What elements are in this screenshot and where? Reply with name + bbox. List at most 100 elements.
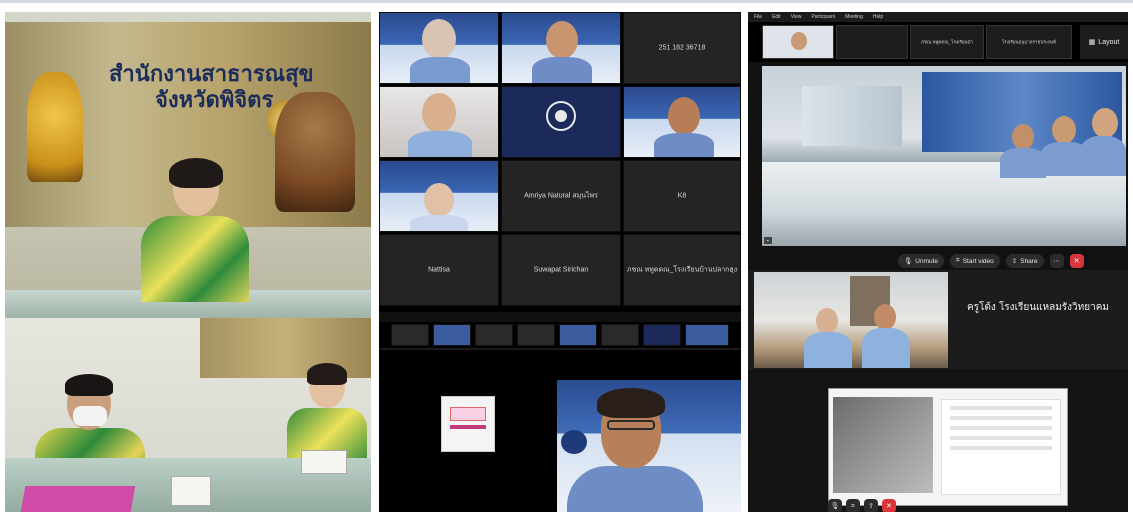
office-photo-top: สำนักงานสาธารณสุข จังหวัดพิจิตร [5,12,371,318]
leave-meeting-icon[interactable]: ✕ [1069,254,1084,268]
menu-file[interactable]: File [754,14,762,20]
thumbnail-label: ภชณ หทูดดณ_โรงเรียนบ้า [921,39,973,45]
grid-icon: ▦ [1088,39,1096,46]
participant-name: ภชณ หทูดดณ_โรงเรียนบ้านปลากฮุง [626,266,738,274]
thumbnail-video[interactable] [517,324,555,346]
form-line [950,406,1052,410]
name-plate [171,476,211,506]
participant-tile[interactable]: Suwapat Sirichan [501,234,621,306]
slide-header [450,407,486,421]
microphone-off-icon: 🎙 [904,258,913,265]
participant-name: Suwapat Sirichan [533,266,589,274]
form-line [950,436,1052,440]
participant-tile[interactable]: Amriya Natural สมุนไพร [501,160,621,232]
thumbnail-video[interactable] [475,324,513,346]
form-line [950,446,1052,450]
share-label: Share [1020,257,1038,265]
participant-name-tag: ▪ [764,237,772,244]
start-video-button[interactable]: ⌗ Start video [950,254,1000,268]
layout-label: Layout [1098,38,1120,46]
microphone-off-icon[interactable]: 🎙 [828,499,842,512]
share-screen-icon[interactable]: ⇪ [864,499,878,512]
menu-participant[interactable]: Participant [811,14,835,20]
pink-folder [20,486,136,512]
shirt [567,466,703,512]
face [1092,108,1118,138]
face-mask [73,406,107,426]
menu-view[interactable]: View [791,14,802,20]
leave-meeting-icon[interactable]: ✕ [882,499,896,512]
shirt [410,57,470,83]
name-plate [301,450,347,474]
share-controls: 🎙 ⌗ ⇪ ✕ [828,499,896,512]
buddha-statue-image [27,72,83,182]
hair [597,388,665,418]
thumbnail-strip [379,322,741,348]
unmute-button[interactable]: 🎙 Unmute [898,254,945,268]
camera-off-icon[interactable]: ⌗ [846,499,860,512]
thumbnail-video[interactable] [601,324,639,346]
hair [65,374,113,396]
zoom-menu-strip [379,312,741,322]
classroom-video [754,272,948,368]
main-meeting-video: ▪ [762,66,1126,246]
layout-button[interactable]: ▦ Layout [1080,25,1128,59]
banner-title-line2: จังหวัดพิจิตร [155,87,274,113]
participant-tile[interactable] [379,86,499,158]
slide-text-line [450,425,486,429]
thumbnail-video[interactable] [836,25,908,59]
participant-tile[interactable] [501,12,621,84]
shared-slide-thumbnail[interactable] [441,396,495,452]
shirt [1080,136,1126,176]
face [816,308,838,334]
green-sport-shirt [141,216,249,302]
presenter-woman [135,158,255,302]
share-button[interactable]: ⇪ Share [1005,254,1044,268]
participant-tile[interactable] [379,12,499,84]
face [424,183,454,217]
zoom-menu-bar: File Edit View Participant Meeting Help [748,12,1128,22]
more-options-icon[interactable]: ⋯ [1049,254,1064,268]
shirt [804,332,852,368]
menu-meeting[interactable]: Meeting [845,14,863,20]
shirt [532,57,592,83]
office-photo-panel: สำนักงานสาธารณสุข จังหวัดพิจิตร [5,12,371,512]
thumbnail-label: โรงเรียนอนุบาลราชประสงค์ [1001,39,1057,45]
thumbnail-video[interactable]: ภชณ หทูดดณ_โรงเรียนบ้า [910,25,984,59]
face [546,21,578,59]
face [1012,124,1034,150]
face [668,97,700,135]
meeting-id-label: 251 182 36718 [658,44,706,52]
thumbnail-video[interactable] [643,324,681,346]
glasses [607,420,655,430]
face [422,93,456,133]
participant-tile[interactable] [623,86,741,158]
participant-name: Amriya Natural สมุนไพร [524,192,598,200]
thumbnail-video[interactable] [685,324,729,346]
face [874,304,896,330]
participant-tile[interactable]: K8 [623,160,741,232]
participant-tile[interactable]: ภชณ หทูดดณ_โรงเรียนบ้านปลากฮุง [623,234,741,306]
collage-frame: สำนักงานสาธารณสุข จังหวัดพิจิตร 251 182 … [0,0,1133,518]
participant-tile[interactable]: Nattisa [379,234,499,306]
thumbnail-video[interactable] [762,25,834,59]
thumbnail-video[interactable]: โรงเรียนอนุบาลราชประสงค์ [986,25,1072,59]
second-meeting-window: ครูโต้ง โรงเรียนแหลมรังวิทยาคม [748,270,1128,370]
shirt [410,215,468,231]
shared-screen-content [828,388,1068,506]
participant-tile[interactable]: 251 182 36718 [623,12,741,84]
meeting-controls: 🎙 Unmute ⌗ Start video ⇪ Share ⋯ ✕ [898,253,1084,269]
participant-tile[interactable] [379,160,499,232]
menu-help[interactable]: Help [873,14,883,20]
face [422,19,456,59]
thumbnail-video[interactable] [433,324,471,346]
participant-tile[interactable] [501,86,621,158]
office-photo-bottom [5,318,371,512]
active-speaker-video [557,380,741,512]
hair [169,158,223,188]
thumbnail-video[interactable] [391,324,429,346]
top-thumbnail-strip: ภชณ หทูดดณ_โรงเรียนบ้า โรงเรียนอนุบาลราช… [748,22,1128,62]
face [1052,116,1076,144]
menu-edit[interactable]: Edit [772,14,781,20]
thumbnail-video[interactable] [559,324,597,346]
